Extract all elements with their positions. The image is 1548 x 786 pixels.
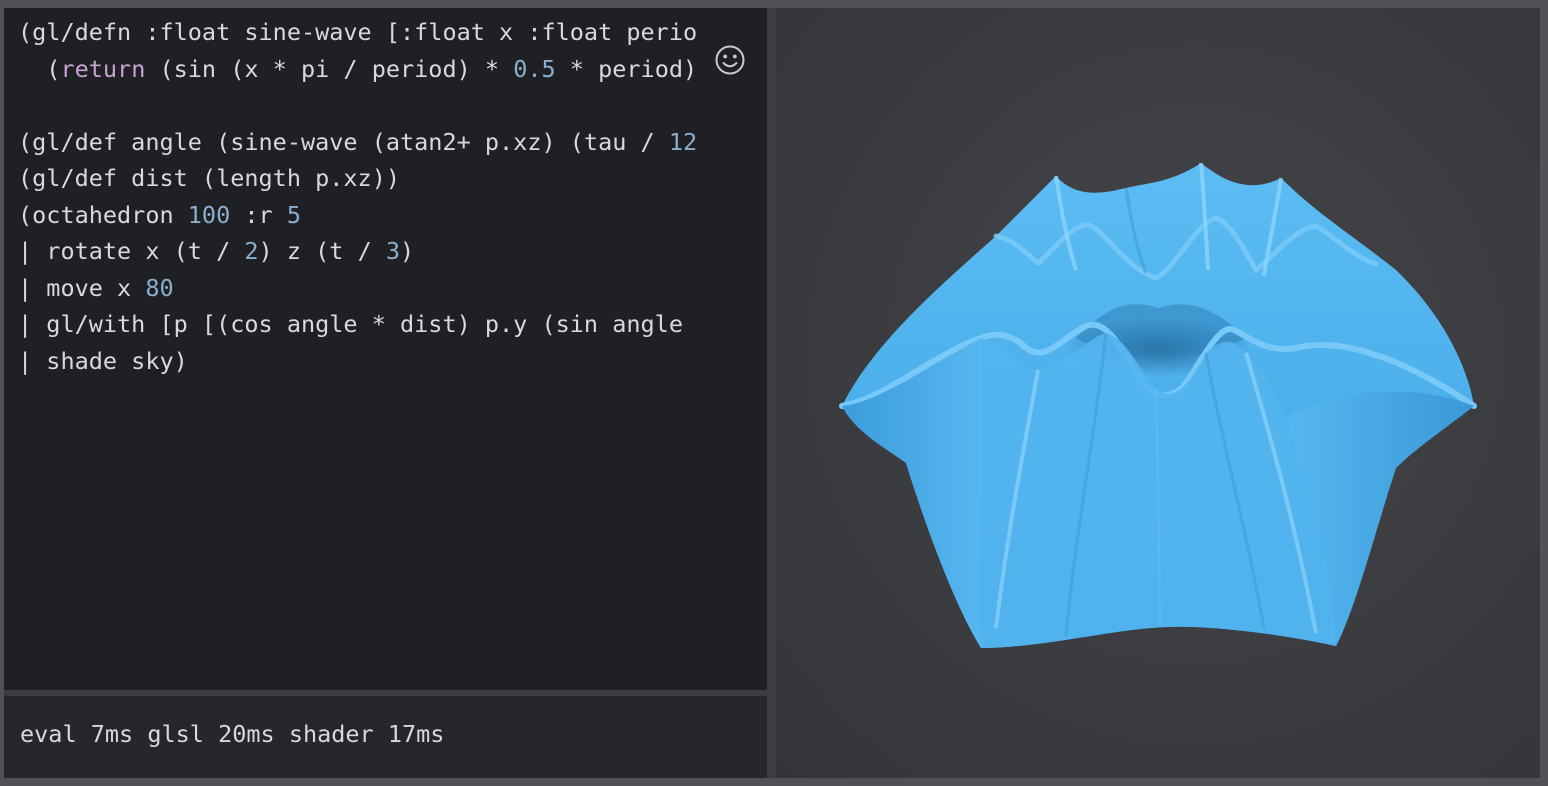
pane-splitter[interactable] <box>767 8 776 778</box>
smiley-icon <box>715 45 745 75</box>
code-line[interactable]: (gl/def angle (sine-wave (atan2+ p.xz) (… <box>18 124 697 161</box>
code-line[interactable]: | shade sky) <box>18 343 697 380</box>
code-line[interactable]: | gl/with [p [(cos angle * dist) p.y (si… <box>18 306 697 343</box>
code-number: 0.5 <box>513 54 556 83</box>
code-line[interactable]: (return (sin (x * pi / period) * 0.5 * p… <box>18 51 697 88</box>
rendered-shape <box>839 162 1477 648</box>
code-line[interactable]: (gl/defn :float sine-wave [:float x :flo… <box>18 14 697 51</box>
timing-status: eval 7ms glsl 20ms shader 17ms <box>20 720 445 748</box>
status-bar: eval 7ms glsl 20ms shader 17ms <box>4 696 767 778</box>
code-editor[interactable]: (gl/defn :float sine-wave [:float x :flo… <box>4 8 767 690</box>
code-token: :r <box>230 200 287 229</box>
code-line[interactable] <box>18 87 697 124</box>
code-token: ) z (t / <box>258 237 386 265</box>
code-keyword: return <box>60 54 146 83</box>
code-line[interactable]: | move x 80 <box>18 270 697 307</box>
code-line[interactable]: (gl/def dist (length p.xz)) <box>18 160 697 197</box>
app-window: (gl/defn :float sine-wave [:float x :flo… <box>0 0 1548 786</box>
code-token: * period) <box>555 54 698 83</box>
code-token: (octahedron <box>18 200 188 229</box>
code-token: ) <box>400 237 415 265</box>
render-viewport[interactable] <box>776 8 1540 778</box>
code-token: (gl/def dist (length p.xz)) <box>18 164 401 192</box>
code-token: | gl/with [p [(cos angle * dist) p.y (si… <box>18 310 698 338</box>
code-token: | shade sky) <box>18 346 188 375</box>
code-line[interactable]: | rotate x (t / 2) z (t / 3) <box>18 233 697 270</box>
code-number: 12 <box>668 127 698 156</box>
code-number: 80 <box>145 273 174 302</box>
code-text[interactable]: (gl/defn :float sine-wave [:float x :flo… <box>18 14 697 379</box>
code-line[interactable]: (octahedron 100 :r 5 <box>18 197 697 234</box>
code-token: (sin (x * pi / period) * <box>145 54 514 83</box>
code-number: 3 <box>385 237 401 265</box>
code-token: | move x <box>18 273 146 302</box>
code-number: 2 <box>244 237 259 265</box>
code-token: (gl/def angle (sine-wave (atan2+ p.xz) (… <box>18 127 669 156</box>
code-token: | rotate x (t / <box>18 237 245 265</box>
code-token: (gl/defn :float sine-wave [:float x :flo… <box>18 18 698 46</box>
window-bottom-border <box>0 778 1548 786</box>
code-number: 100 <box>187 200 231 229</box>
code-token: ( <box>18 54 61 83</box>
code-number: 5 <box>286 200 301 229</box>
